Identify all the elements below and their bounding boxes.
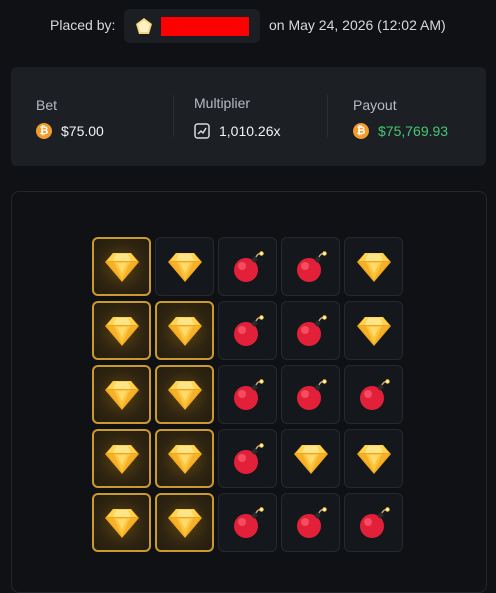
bet-value-row: ₿ $75.00 — [36, 123, 104, 139]
gem-tile — [344, 429, 403, 488]
payout-stat: Payout ₿ $75,769.93 — [353, 97, 448, 139]
gem-icon — [104, 508, 139, 538]
multiplier-stat: Multiplier 1,010.26x — [194, 95, 281, 139]
gem-tile — [155, 237, 214, 296]
mine-tile — [281, 365, 340, 424]
gem-tile — [344, 301, 403, 360]
gem-tile — [344, 237, 403, 296]
gem-icon — [104, 380, 139, 410]
gem-icon — [293, 444, 328, 474]
bomb-icon — [296, 378, 327, 410]
bet-label: Bet — [36, 97, 58, 113]
payout-value-row: ₿ $75,769.93 — [353, 123, 448, 139]
gem-icon — [167, 252, 202, 282]
bet-stat: Bet ₿ $75.00 — [36, 97, 104, 139]
mines-grid — [92, 237, 403, 552]
gem-icon — [167, 316, 202, 346]
bomb-icon — [359, 506, 390, 538]
bomb-icon — [233, 250, 264, 282]
mine-tile — [218, 493, 277, 552]
multiplier-label: Multiplier — [194, 95, 251, 111]
gem-tile — [92, 429, 151, 488]
mine-tile — [281, 493, 340, 552]
mine-tile — [344, 365, 403, 424]
mine-tile — [218, 429, 277, 488]
gem-tile — [155, 429, 214, 488]
gem-tile — [281, 429, 340, 488]
gem-icon — [167, 380, 202, 410]
placed-by-row: Placed by: on May 24, 2026 (12:02 AM) — [0, 0, 496, 52]
payout-value: $75,769.93 — [378, 123, 449, 139]
gem-tile — [92, 237, 151, 296]
bomb-icon — [233, 378, 264, 410]
multiplier-value: 1,010.26x — [219, 123, 281, 139]
divider — [173, 95, 174, 137]
mine-tile — [281, 301, 340, 360]
gem-tile — [92, 301, 151, 360]
bomb-icon — [233, 442, 264, 474]
gem-icon — [356, 316, 391, 346]
bet-value: $75.00 — [61, 123, 104, 139]
bomb-icon — [233, 314, 264, 346]
bitcoin-icon: ₿ — [353, 123, 369, 139]
bomb-icon — [296, 250, 327, 282]
stats-card: Bet ₿ $75.00 Multiplier 1,010.26x Payout… — [11, 67, 486, 166]
placed-date: on May 24, 2026 (12:02 AM) — [269, 17, 446, 33]
user-chip[interactable] — [124, 9, 260, 43]
diamond-rank-icon — [136, 18, 152, 34]
gem-tile — [92, 365, 151, 424]
mine-tile — [218, 301, 277, 360]
chart-icon — [194, 123, 210, 139]
redacted-username — [161, 17, 249, 36]
mine-tile — [281, 237, 340, 296]
bitcoin-icon: ₿ — [36, 123, 52, 139]
gem-icon — [167, 444, 202, 474]
mine-tile — [218, 365, 277, 424]
gem-tile — [155, 493, 214, 552]
placed-by-label: Placed by: — [50, 17, 116, 33]
gem-icon — [104, 316, 139, 346]
gem-icon — [104, 252, 139, 282]
mine-tile — [344, 493, 403, 552]
payout-label: Payout — [353, 97, 397, 113]
gem-icon — [356, 444, 391, 474]
bomb-icon — [296, 314, 327, 346]
divider — [327, 95, 328, 137]
gem-icon — [104, 444, 139, 474]
bomb-icon — [359, 378, 390, 410]
bomb-icon — [233, 506, 264, 538]
gem-icon — [356, 252, 391, 282]
gem-icon — [167, 508, 202, 538]
multiplier-value-row: 1,010.26x — [194, 123, 281, 139]
gem-tile — [155, 365, 214, 424]
mines-board — [11, 191, 487, 593]
mine-tile — [218, 237, 277, 296]
bomb-icon — [296, 506, 327, 538]
gem-tile — [92, 493, 151, 552]
gem-tile — [155, 301, 214, 360]
